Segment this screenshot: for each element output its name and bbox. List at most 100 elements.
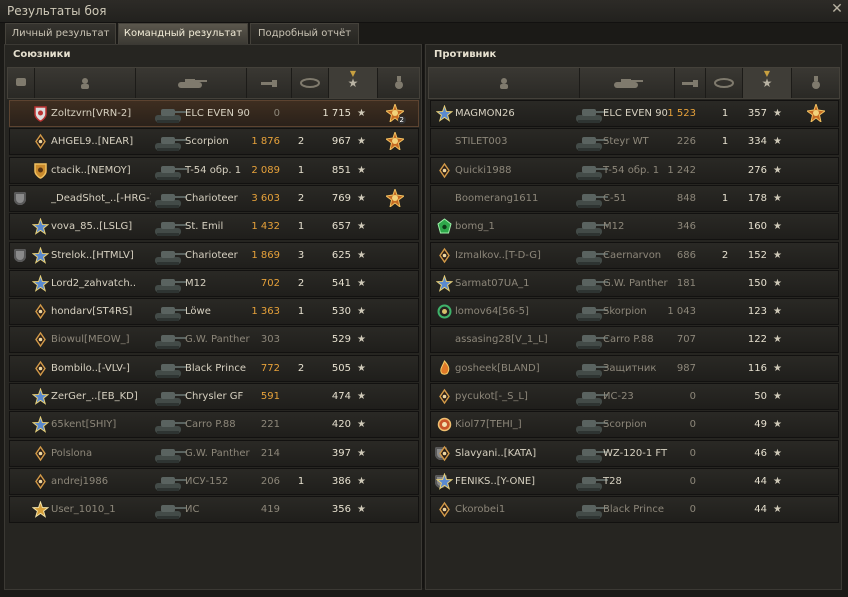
player-row[interactable]: Izmalkov..[T-D-G] Caernarvon 686 2 152 ★ xyxy=(430,241,839,269)
xp-value: 769 xyxy=(331,192,351,204)
damage-value: 0 xyxy=(689,391,696,402)
frags-value xyxy=(716,299,734,324)
player-row[interactable]: andrej1986 ИСУ-152 206 1 386 ★ xyxy=(9,467,419,495)
player-row[interactable]: _DeadShot_..[-HRG-] Charioteer 3 603 2 769 ★ xyxy=(9,184,419,212)
player-row[interactable]: bomg_1 M12 346 160 ★ xyxy=(430,213,839,241)
player-row[interactable]: AHGEL9..[NEAR] Scorpion 1 876 2 967 ★ xyxy=(9,128,419,156)
medals-column-icon[interactable] xyxy=(378,68,419,98)
frags-value: 2 xyxy=(297,136,305,148)
xp-star-icon: ★ xyxy=(357,419,366,431)
tank-column-icon[interactable] xyxy=(580,68,675,98)
player-name: Ckorobei1 xyxy=(455,504,506,516)
diamond-badge-icon xyxy=(32,360,49,377)
player-name: STILET003 xyxy=(455,136,508,148)
damage-column-icon[interactable] xyxy=(675,68,706,98)
tank-name: Защитник xyxy=(603,362,657,374)
player-row[interactable]: STILET003 Steyr WT 226 1 334 ★ xyxy=(430,128,839,156)
tank-column-icon[interactable] xyxy=(136,68,247,98)
xp-star-icon: ★ xyxy=(357,447,366,459)
player-row[interactable]: vova_85..[LSLG] St. Emil 1 432 1 657 ★ xyxy=(9,213,419,241)
player-name: lomov64[56-5] xyxy=(455,306,529,318)
frags-value xyxy=(716,412,734,437)
player-row[interactable]: assasing28[V_1_L] Carro P.88 707 122 ★ xyxy=(430,326,839,354)
tab-personal-result[interactable]: Личный результат xyxy=(5,23,116,44)
xp-star-icon: ★ xyxy=(357,192,366,204)
player-row[interactable]: Slavyani..[KATA] WZ-120-1 FT 0 46 ★ xyxy=(430,439,839,467)
xp-value: 386 xyxy=(331,475,351,487)
player-column-icon[interactable] xyxy=(35,68,136,98)
master-badge-icon[interactable]: 2 xyxy=(384,102,406,124)
master-badge-icon[interactable] xyxy=(384,187,406,209)
player-row[interactable]: FENIKS..[Y-ONE] T28 0 44 ★ xyxy=(430,467,839,495)
xp-value: 160 xyxy=(747,221,767,233)
player-row[interactable]: Polslona G.W. Panther 214 397 ★ xyxy=(9,439,419,467)
player-name: Sarmat07UA_1 xyxy=(455,277,530,289)
master-badge-icon[interactable] xyxy=(384,130,406,152)
frags-value: 2 xyxy=(721,249,729,261)
player-row[interactable]: Biowul[MEOW_] G.W. Panther 303 529 ★ xyxy=(9,326,419,354)
player-name: Biowul[MEOW_] xyxy=(51,334,130,346)
xp-star-icon: ★ xyxy=(773,136,782,148)
xp-value: 50 xyxy=(754,391,767,402)
damage-column-icon[interactable] xyxy=(247,68,292,98)
player-row[interactable]: hondarv[ST4RS] Löwe 1 363 1 530 ★ xyxy=(9,298,419,326)
xp-value: 334 xyxy=(747,136,767,148)
player-row[interactable]: Kiol77[TEHI_] Scorpion 0 49 ★ xyxy=(430,411,839,439)
player-row[interactable]: Lord2_zahvatch.. M12 702 2 541 ★ xyxy=(9,269,419,297)
player-row[interactable]: Zoltzvrn[VRN-2] ELC EVEN 90 0 1 715 ★ 2 xyxy=(9,100,419,127)
damage-value: 2 089 xyxy=(251,164,280,176)
xp-value: 505 xyxy=(331,362,351,374)
tank-name: G.W. Panther xyxy=(603,277,668,289)
player-row[interactable]: Strelok..[HTMLV] Charioteer 1 869 3 625 ★ xyxy=(9,241,419,269)
master-badge-icon[interactable] xyxy=(805,102,827,124)
xp-star-icon: ★ xyxy=(773,419,782,431)
player-name: AHGEL9..[NEAR] xyxy=(51,136,134,148)
player-row[interactable]: Bombilo..[-VLV-] Black Prince 772 2 505 ★ xyxy=(9,354,419,382)
player-name: andrej1986 xyxy=(51,475,109,487)
xp-star-icon: ★ xyxy=(773,249,782,261)
player-row[interactable]: pycukot[-_S_L] ИС-23 0 50 ★ xyxy=(430,383,839,410)
tab-detailed-report[interactable]: Подробный отчёт xyxy=(250,23,359,44)
tank-silhouette-icon xyxy=(153,471,187,493)
tank-name: ELC EVEN 90 xyxy=(185,108,250,119)
enemies-panel: Противник ★ ▼ MAGMON26 ELC EVEN 90 1 523 1 35… xyxy=(425,44,842,590)
player-name: _DeadShot_..[-HRG-] xyxy=(51,192,151,204)
frags-value: 1 xyxy=(721,192,729,204)
damage-value: 226 xyxy=(676,136,696,148)
xp-value: 152 xyxy=(747,249,767,261)
window-titlebar: Результаты боя ✕ xyxy=(0,0,848,23)
player-row[interactable]: MAGMON26 ELC EVEN 90 1 523 1 357 ★ xyxy=(430,100,839,127)
player-row[interactable]: Sarmat07UA_1 G.W. Panther 181 150 ★ xyxy=(430,269,839,297)
enemies-title: Противник xyxy=(434,49,497,60)
player-row[interactable]: 65kent[SHIY] Carro P.88 221 420 ★ xyxy=(9,411,419,439)
xp-value: 122 xyxy=(747,334,767,346)
xp-column-icon[interactable]: ★ ▼ xyxy=(743,68,792,98)
xp-star-icon: ★ xyxy=(773,164,782,176)
player-row[interactable]: User_1010_1 ИС 419 356 ★ xyxy=(9,496,419,524)
damage-value: 206 xyxy=(260,475,280,487)
xp-star-icon: ★ xyxy=(357,108,366,119)
platoon-column-icon[interactable] xyxy=(8,68,35,98)
player-row[interactable]: Quicki1988 T-54 обр. 1 1 242 276 ★ xyxy=(430,156,839,184)
player-name: gosheek[BLAND] xyxy=(455,362,540,374)
player-column-icon[interactable] xyxy=(429,68,580,98)
frags-column-icon[interactable] xyxy=(292,68,329,98)
xp-value: 625 xyxy=(331,249,351,261)
star-badge-icon xyxy=(435,274,454,292)
frags-column-icon[interactable] xyxy=(706,68,743,98)
xp-value: 276 xyxy=(747,164,767,176)
tab-team-result[interactable]: Командный результат xyxy=(118,23,248,44)
player-row[interactable]: Boomerang1611 C-51 848 1 178 ★ xyxy=(430,184,839,212)
player-row[interactable]: ctacik..[NEMOY] T-54 обр. 1 2 089 1 851 ★ xyxy=(9,156,419,184)
tank-silhouette-icon xyxy=(153,358,187,380)
medals-column-icon[interactable] xyxy=(792,68,839,98)
xp-value: 178 xyxy=(747,192,767,204)
player-row[interactable]: ZerGer_..[EB_KD] Chrysler GF 591 474 ★ xyxy=(9,383,419,410)
xp-column-icon[interactable]: ★ ▼ xyxy=(329,68,378,98)
player-row[interactable]: lomov64[56-5] Skorpion 1 043 123 ★ xyxy=(430,298,839,326)
player-row[interactable]: Ckorobei1 Black Prince 0 44 ★ xyxy=(430,496,839,524)
close-icon[interactable]: ✕ xyxy=(830,2,844,16)
player-row[interactable]: gosheek[BLAND] Защитник 987 116 ★ xyxy=(430,354,839,382)
player-name: Strelok..[HTMLV] xyxy=(51,249,134,261)
player-name: vova_85..[LSLG] xyxy=(51,221,133,233)
